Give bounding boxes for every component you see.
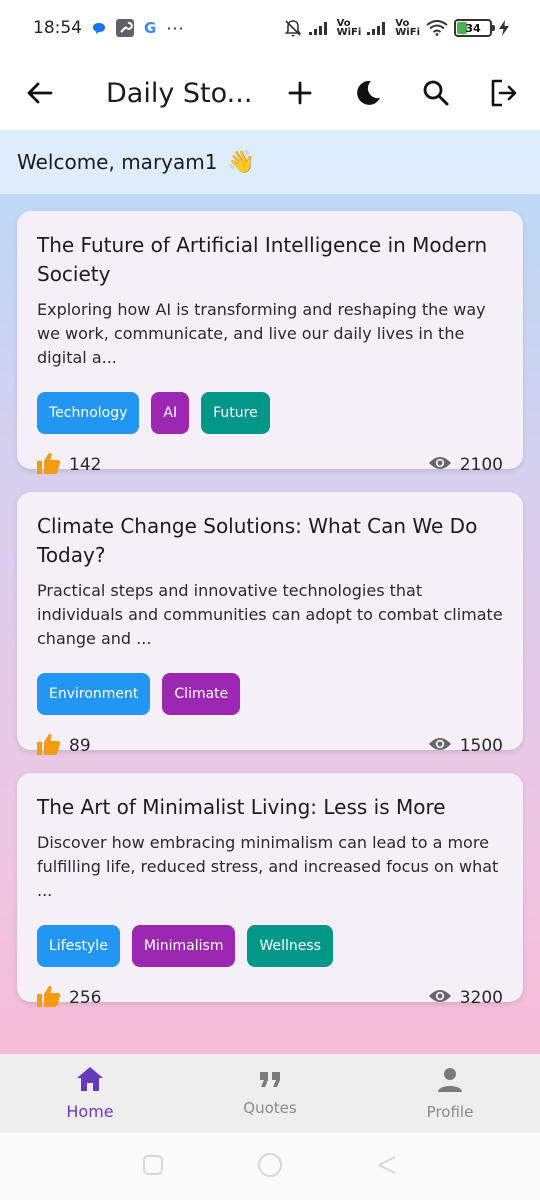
- tag-chip[interactable]: AI: [151, 392, 190, 434]
- signal-icon: [308, 21, 331, 35]
- wifi-label-bottom-2: WiFi: [395, 27, 420, 38]
- like-button[interactable]: 89: [37, 733, 91, 760]
- tag-chip[interactable]: Technology: [37, 392, 140, 434]
- search-icon[interactable]: [418, 75, 454, 111]
- status-time: 18:54: [33, 18, 82, 38]
- nav-label-quotes: Quotes: [243, 1098, 297, 1117]
- dark-mode-icon[interactable]: [350, 75, 386, 111]
- welcome-banner: Welcome, maryam1 👋: [0, 130, 540, 194]
- tag-chip[interactable]: Future: [201, 392, 270, 434]
- wifi-calling-label: Vo WiFi: [336, 19, 362, 38]
- story-stats: 142 2100: [37, 450, 503, 480]
- page-title: Daily Sto...: [106, 77, 253, 109]
- quote-icon: [259, 1071, 281, 1093]
- welcome-text: Welcome, maryam1: [17, 150, 218, 174]
- like-count: 89: [69, 736, 91, 756]
- story-description: Exploring how AI is transforming and res…: [37, 300, 486, 367]
- wifi-label-bottom: WiFi: [336, 27, 362, 38]
- story-card[interactable]: Climate Change Solutions: What Can We Do…: [17, 492, 523, 756]
- story-tags: Environment Climate: [37, 673, 503, 715]
- story-tags: Technology AI Future: [37, 392, 503, 434]
- home-icon: [76, 1066, 104, 1096]
- like-button[interactable]: 256: [37, 985, 101, 1012]
- story-stats: 89 1500: [37, 731, 503, 761]
- story-title: The Future of Artificial Intelligence in…: [37, 233, 488, 286]
- thumbs-up-icon: [37, 452, 61, 479]
- view-stats: 1500: [428, 736, 503, 757]
- wrench-icon: [116, 19, 134, 37]
- chat-bubble-icon: [92, 21, 106, 35]
- view-count: 1500: [459, 736, 503, 756]
- back-system-button[interactable]: [376, 1154, 398, 1180]
- add-icon[interactable]: [282, 75, 318, 111]
- person-icon: [437, 1067, 463, 1097]
- eye-icon: [428, 736, 452, 757]
- google-icon: G: [144, 19, 157, 37]
- story-title: Climate Change Solutions: What Can We Do…: [37, 514, 478, 567]
- like-button[interactable]: 142: [37, 452, 101, 479]
- thumbs-up-icon: [37, 985, 61, 1012]
- nav-item-quotes[interactable]: Quotes: [180, 1054, 360, 1133]
- view-count: 3200: [459, 988, 503, 1008]
- status-bar: 18:54 G ··· Vo WiFi Vo WiFi 34: [0, 0, 540, 56]
- eye-icon: [428, 455, 452, 476]
- wave-emoji: 👋: [227, 149, 255, 175]
- tag-chip[interactable]: Minimalism: [131, 925, 236, 967]
- bottom-navigation: Home Quotes Profile: [0, 1054, 540, 1133]
- story-feed[interactable]: Welcome, maryam1 👋 The Future of Artific…: [0, 130, 540, 1054]
- story-stats: 256 3200: [37, 983, 503, 1013]
- thumbs-up-icon: [37, 733, 61, 760]
- story-description: Practical steps and innovative technolog…: [37, 581, 503, 648]
- charging-icon: [498, 20, 510, 36]
- logout-icon[interactable]: [486, 75, 522, 111]
- view-stats: 3200: [428, 988, 503, 1009]
- system-navigation-bar: [0, 1133, 540, 1200]
- wifi-calling-label-2: Vo WiFi: [395, 19, 420, 38]
- tag-chip[interactable]: Lifestyle: [37, 925, 120, 967]
- nav-item-profile[interactable]: Profile: [360, 1054, 540, 1133]
- back-arrow-icon[interactable]: [22, 75, 58, 111]
- battery-icon: 34: [454, 19, 495, 37]
- story-tags: Lifestyle Minimalism Wellness: [37, 925, 503, 967]
- story-description: Discover how embracing minimalism can le…: [37, 833, 499, 900]
- story-card[interactable]: The Art of Minimalist Living: Less is Mo…: [17, 773, 523, 1008]
- home-system-button[interactable]: [256, 1151, 284, 1183]
- tag-chip[interactable]: Environment: [37, 673, 151, 715]
- view-stats: 2100: [428, 455, 503, 476]
- tag-chip[interactable]: Climate: [162, 673, 241, 715]
- nav-label-home: Home: [66, 1102, 114, 1121]
- recent-apps-button[interactable]: [142, 1154, 164, 1180]
- signal-icon-2: [367, 21, 389, 35]
- like-count: 256: [69, 988, 102, 1008]
- eye-icon: [428, 988, 452, 1009]
- battery-percent: 34: [465, 21, 481, 35]
- mute-bell-icon: [283, 18, 303, 38]
- nav-item-home[interactable]: Home: [0, 1054, 180, 1133]
- nav-label-profile: Profile: [426, 1102, 474, 1121]
- story-card[interactable]: The Future of Artificial Intelligence in…: [17, 211, 523, 475]
- like-count: 142: [69, 455, 102, 475]
- wifi-icon: [426, 20, 448, 36]
- app-bar: Daily Sto...: [0, 56, 540, 130]
- story-title: The Art of Minimalist Living: Less is Mo…: [37, 795, 446, 819]
- tag-chip[interactable]: Wellness: [247, 925, 333, 967]
- more-dots-icon: ···: [166, 18, 185, 38]
- view-count: 2100: [459, 455, 503, 475]
